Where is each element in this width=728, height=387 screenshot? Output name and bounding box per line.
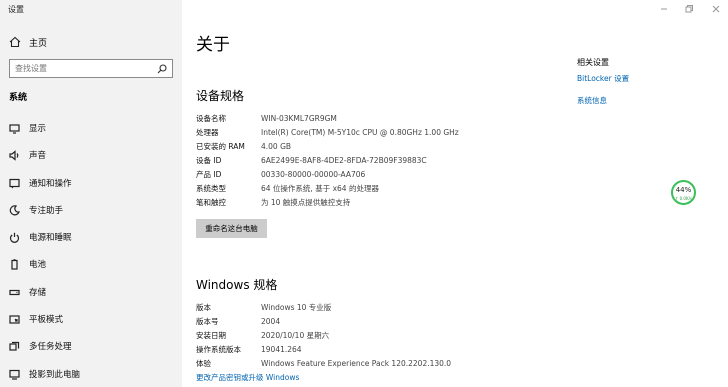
multitask-icon	[9, 341, 20, 351]
sidebar-item-label: 存储	[29, 288, 47, 298]
spec-row: 笔和触控 为 10 触摸点提供触控支持	[196, 196, 350, 209]
spec-label: 系统类型	[196, 184, 226, 193]
spec-label: 产品 ID	[196, 170, 222, 179]
project-icon	[9, 369, 20, 380]
sidebar-item-tablet-mode[interactable]: 平板模式	[9, 311, 63, 327]
device-specs-heading: 设备规格	[196, 89, 245, 103]
home-icon	[9, 36, 21, 48]
spec-value: 4.00 GB	[261, 142, 292, 151]
sidebar-item-project-to-pc[interactable]: 投影到此电脑	[9, 366, 80, 382]
maximize-icon[interactable]	[684, 4, 694, 14]
home-nav-item[interactable]: 主页	[9, 34, 47, 50]
spec-label: 操作系统版本	[196, 345, 241, 354]
spec-value: 19041.264	[261, 345, 302, 354]
monitor-icon	[9, 123, 20, 134]
spec-row: 安装日期 2020/10/10 星期六	[196, 329, 329, 342]
sidebar-item-label: 平板模式	[29, 315, 64, 325]
sidebar-item-storage[interactable]: 存储	[9, 284, 46, 300]
spec-label: 处理器	[196, 128, 219, 137]
spec-value: 64 位操作系统, 基于 x64 的处理器	[261, 184, 379, 193]
sidebar-item-label: 多任务处理	[29, 342, 72, 352]
spec-value: 6AE2499E-8AF8-4DE2-8FDA-72B09F39883C	[261, 156, 427, 165]
spec-value: WIN-03KML7GR9GM	[261, 114, 337, 123]
spec-value: 00330-80000-00000-AA706	[261, 170, 366, 179]
spec-label: 已安装的 RAM	[196, 142, 245, 151]
spec-label: 设备 ID	[196, 156, 222, 165]
sidebar-item-label: 投影到此电脑	[29, 370, 81, 380]
sidebar-item-battery[interactable]: 电池	[9, 256, 46, 272]
windows-specs-heading: Windows 规格	[196, 278, 278, 292]
sidebar-item-label: 声音	[29, 151, 47, 161]
spec-label: 设备名称	[196, 114, 226, 123]
power-icon	[9, 232, 20, 243]
spec-value: 2020/10/10 星期六	[261, 331, 330, 340]
spec-row: 处理器 Intel(R) Core(TM) M-5Y10c CPU @ 0.80…	[196, 126, 459, 139]
bitlocker-settings-link[interactable]: BitLocker 设置	[577, 73, 629, 84]
usage-badge[interactable]: 44% ↑ 0.0K/s	[671, 180, 696, 205]
spec-label: 版本	[196, 303, 211, 312]
notification-icon	[9, 178, 20, 188]
spec-row: 版本 Windows 10 专业版	[196, 301, 331, 314]
sidebar-item-label: 电池	[29, 260, 47, 270]
sidebar-item-focus-assist[interactable]: 专注助手	[9, 202, 63, 218]
spec-value: 为 10 触摸点提供触控支持	[261, 198, 351, 207]
sidebar-item-label: 通知和操作	[29, 179, 72, 189]
sidebar-item-display[interactable]: 显示	[9, 120, 46, 136]
spec-row: 设备名称 WIN-03KML7GR9GM	[196, 112, 337, 125]
spec-row: 操作系统版本 19041.264	[196, 343, 302, 356]
spec-value: Intel(R) Core(TM) M-5Y10c CPU @ 0.80GHz …	[261, 128, 459, 137]
spec-row: 已安装的 RAM 4.00 GB	[196, 140, 291, 153]
sidebar-item-label: 电源和睡眠	[29, 233, 72, 243]
close-icon[interactable]	[711, 4, 721, 14]
tablet-icon	[9, 314, 20, 324]
search-icon[interactable]	[157, 64, 167, 74]
change-product-key-link[interactable]: 更改产品密钥或升级 Windows	[196, 372, 299, 383]
sidebar-item-label: 显示	[29, 124, 47, 134]
search-input[interactable]	[15, 64, 155, 73]
rename-pc-button[interactable]: 重命名这台电脑	[196, 219, 267, 238]
spec-label: 笔和触控	[196, 198, 226, 207]
spec-value: Windows 10 专业版	[261, 303, 332, 312]
sidebar-item-power-sleep[interactable]: 电源和睡眠	[9, 229, 72, 245]
minimize-icon[interactable]	[659, 4, 669, 14]
storage-icon	[9, 289, 20, 295]
moon-icon	[9, 204, 20, 215]
spec-row: 体验 Windows Feature Experience Pack 120.2…	[196, 357, 451, 370]
spec-label: 安装日期	[196, 331, 226, 340]
home-label: 主页	[29, 38, 48, 49]
sidebar-item-multitasking[interactable]: 多任务处理	[9, 338, 72, 354]
spec-row: 产品 ID 00330-80000-00000-AA706	[196, 168, 365, 181]
spec-row: 版本号 2004	[196, 315, 280, 328]
spec-row: 设备 ID 6AE2499E-8AF8-4DE2-8FDA-72B09F3988…	[196, 154, 427, 167]
app-title: 设置	[8, 5, 24, 14]
spec-row: 系统类型 64 位操作系统, 基于 x64 的处理器	[196, 182, 379, 195]
page-title: 关于	[196, 35, 230, 55]
usage-percent: 44%	[675, 186, 692, 194]
sidebar: 设置 主页 系统 显示 声音 通知和操作 专注助手 电源和睡眠 电池 存储	[0, 0, 182, 387]
section-title-system: 系统	[9, 93, 28, 103]
related-settings-title: 相关设置	[577, 58, 609, 67]
battery-icon	[11, 258, 18, 270]
spec-label: 体验	[196, 359, 211, 368]
sidebar-item-label: 专注助手	[29, 206, 64, 216]
spec-value: Windows Feature Experience Pack 120.2202…	[261, 359, 452, 368]
system-info-link[interactable]: 系统信息	[577, 95, 607, 106]
upload-speed: ↑ 0.0K/s	[674, 196, 693, 201]
spec-label: 版本号	[196, 317, 219, 326]
sidebar-item-sound[interactable]: 声音	[9, 147, 46, 163]
sidebar-item-notifications[interactable]: 通知和操作	[9, 175, 72, 191]
search-box[interactable]	[9, 59, 173, 78]
speaker-icon	[9, 149, 19, 161]
spec-value: 2004	[261, 317, 281, 326]
